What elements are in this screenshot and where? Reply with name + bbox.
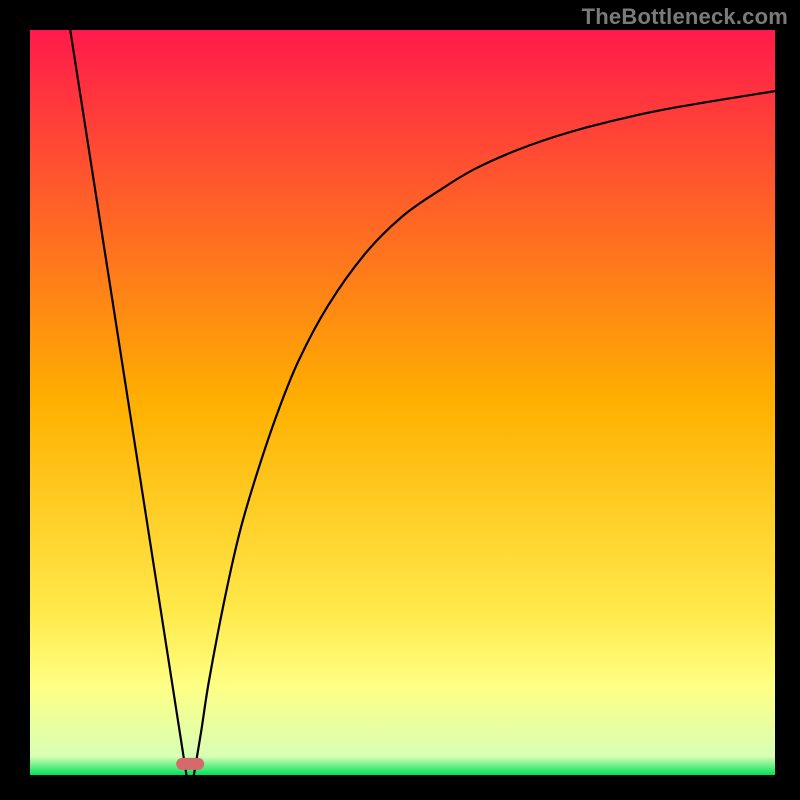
watermark-text: TheBottleneck.com [582, 4, 788, 30]
bottleneck-marker [176, 758, 204, 770]
bottleneck-chart [0, 0, 800, 800]
chart-frame: { "watermark": "TheBottleneck.com", "cha… [0, 0, 800, 800]
bottleneck-marker-pill [176, 758, 204, 770]
plot-background [30, 30, 775, 775]
